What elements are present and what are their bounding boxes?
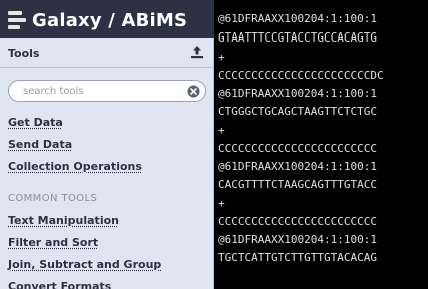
tool-link-convert-formats[interactable]: Convert Formats <box>8 280 111 289</box>
dataset-line: TGCTCATTGTCTTGTTGTACACAG <box>218 251 377 264</box>
tool-panel: Tools Get Data Send Data Collection Oper… <box>0 38 214 289</box>
dataset-line: + <box>218 51 225 64</box>
tool-link-text-manipulation[interactable]: Text Manipulation <box>8 214 119 227</box>
dataset-line: + <box>218 124 225 137</box>
upload-icon[interactable] <box>189 44 205 60</box>
dataset-line: @61DFRAAXX100204:1:100:1 <box>218 12 377 25</box>
tool-link-get-data[interactable]: Get Data <box>8 116 63 129</box>
galaxy-logo-icon <box>8 11 26 29</box>
tool-link-filter-and-sort[interactable]: Filter and Sort <box>8 236 98 249</box>
brand-title: Galaxy / ABiMS <box>32 9 188 31</box>
dataset-content-view[interactable]: @61DFRAAXX100204:1:100:1 GTAATTTCCGTACCT… <box>214 38 428 289</box>
tool-panel-header: Tools <box>0 38 213 68</box>
dataset-line: @61DFRAAXX100204:1:100:1 <box>218 87 377 100</box>
tool-link-collection-operations[interactable]: Collection Operations <box>8 160 142 173</box>
dataset-header-lines: @61DFRAAXX100204:1:100:1 GTAATTTCCGTACCT… <box>214 0 428 38</box>
dataset-line: CCCCCCCCCCCCCCCCCCCCCCCC <box>218 142 377 155</box>
dataset-line: GTAATTTCCGTACCTGCCACAGTG <box>218 38 377 45</box>
dataset-line: @61DFRAAXX100204:1:100:1 <box>218 233 377 246</box>
dataset-line: + <box>218 197 225 210</box>
dataset-line: CACGTTTTCTAAGCAGTTTGTACC <box>218 178 377 191</box>
tool-search-box <box>8 80 206 102</box>
dataset-line: @61DFRAAXX100204:1:100:1 <box>218 160 377 173</box>
dataset-line: CTGGGCTGCAGCTAAGTTCTCTGC <box>218 105 377 118</box>
brand-link[interactable]: Galaxy / ABiMS <box>8 8 187 32</box>
clear-search-icon[interactable] <box>187 85 200 98</box>
tool-link-join-subtract-group[interactable]: Join, Subtract and Group <box>8 258 161 271</box>
dataset-line: GTAATTTCCGTACCTGCCACAGTG <box>218 30 377 38</box>
dataset-line: CCCCCCCCCCCCCCCCCCCCCCCDC <box>218 69 384 82</box>
tool-panel-title: Tools <box>8 47 40 60</box>
tool-link-send-data[interactable]: Send Data <box>8 138 72 151</box>
dataset-line: CCCCCCCCCCCCCCCCCCCCCCCC <box>218 215 377 228</box>
section-label-common-tools: COMMON TOOLS <box>8 193 98 204</box>
tool-search-input[interactable] <box>23 84 173 99</box>
